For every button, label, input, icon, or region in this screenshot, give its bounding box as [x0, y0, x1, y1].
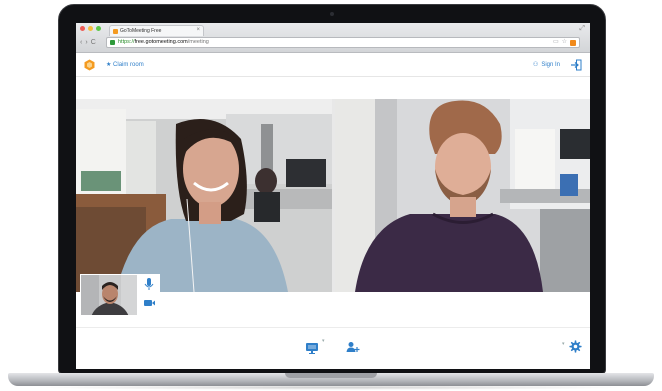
settings-dropdown-icon[interactable]: ▾: [562, 341, 565, 347]
sign-in-label: Sign In: [541, 62, 560, 68]
microphone-icon[interactable]: [144, 278, 154, 290]
star-bookmark-icon[interactable]: ☆: [562, 38, 567, 47]
browser-chrome: GoToMeeting Free × ⤢ ‹ › C https://free.…: [76, 23, 590, 53]
self-view-controls: [138, 274, 160, 316]
participant-man-video: [335, 99, 590, 292]
self-view-video[interactable]: [80, 274, 138, 316]
browser-tab[interactable]: GoToMeeting Free ×: [109, 25, 204, 36]
video-feed-participant-woman[interactable]: [76, 99, 332, 292]
self-view-image: [81, 275, 137, 315]
gotomeeting-favicon-icon: [113, 29, 118, 34]
minimize-window-button[interactable]: [88, 26, 93, 31]
url-host: free.gotomeeting.com: [134, 39, 188, 45]
nav-buttons: ‹ › C: [80, 38, 96, 47]
url-scheme: https://: [118, 39, 135, 45]
claim-room-link[interactable]: ★ Claim room: [106, 61, 144, 68]
page-action-icon[interactable]: ▭: [553, 38, 559, 47]
address-bar-icons: ▭ ☆: [553, 38, 576, 47]
url-path: /meeting: [187, 39, 209, 45]
tab-title: GoToMeeting Free: [120, 28, 162, 34]
gotomeeting-logo-icon: [84, 59, 95, 71]
close-window-button[interactable]: [80, 26, 85, 31]
address-bar[interactable]: https://free.gotomeeting.com/meeting ▭ ☆: [106, 37, 580, 48]
leave-meeting-icon[interactable]: [570, 59, 582, 71]
zoom-window-button[interactable]: [96, 26, 101, 31]
meeting-toolbar: ▾ ▾: [76, 327, 590, 369]
scene: GoToMeeting Free × ⤢ ‹ › C https://free.…: [0, 0, 662, 391]
laptop-screen: GoToMeeting Free × ⤢ ‹ › C https://free.…: [76, 23, 590, 369]
window-controls: [80, 26, 101, 31]
reload-button[interactable]: C: [91, 38, 96, 47]
extension-icon[interactable]: [570, 39, 576, 46]
laptop-notch: [285, 373, 377, 378]
laptop-lid: GoToMeeting Free × ⤢ ‹ › C https://free.…: [58, 4, 606, 374]
webcam-dot: [330, 12, 334, 16]
add-user-icon[interactable]: [346, 341, 360, 353]
app-header: ★ Claim room ⚇ Sign In: [76, 54, 590, 77]
camera-icon[interactable]: [144, 300, 155, 306]
back-button[interactable]: ‹: [80, 38, 82, 47]
video-grid: [76, 99, 590, 292]
lock-icon: [110, 40, 115, 45]
tab-close-icon[interactable]: ×: [196, 27, 200, 33]
forward-button[interactable]: ›: [85, 38, 87, 47]
video-feed-participant-man[interactable]: [335, 99, 590, 292]
monitor-icon[interactable]: [305, 342, 319, 354]
monitor-dropdown-icon[interactable]: ▾: [322, 338, 325, 344]
fullscreen-icon[interactable]: ⤢: [579, 25, 585, 33]
gear-icon[interactable]: [569, 340, 582, 353]
user-icon: ⚇: [532, 62, 539, 68]
sign-in-link[interactable]: ⚇ Sign In: [533, 61, 560, 68]
participant-woman-video: [76, 99, 332, 292]
